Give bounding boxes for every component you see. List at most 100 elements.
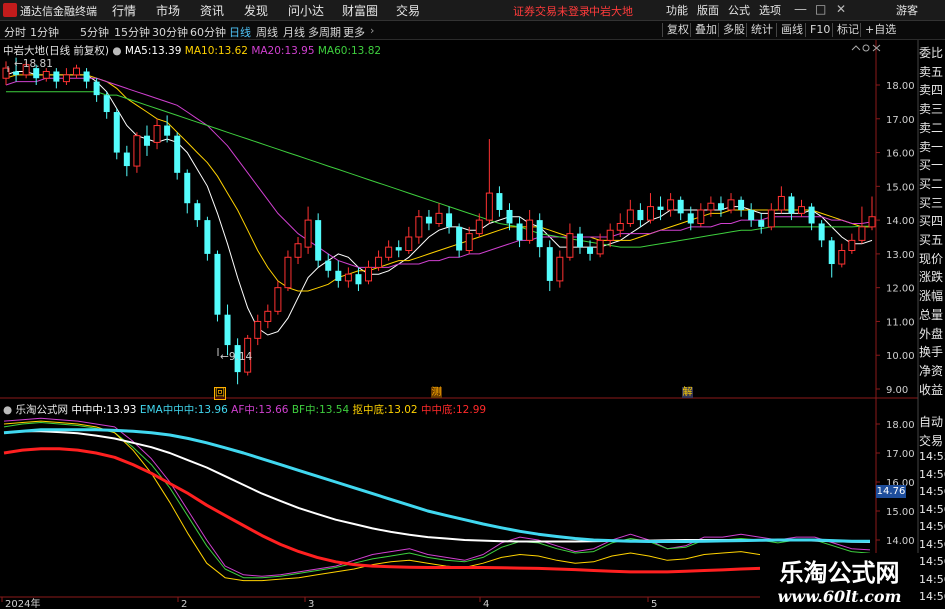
side-field-label: 买五 (919, 233, 944, 247)
side-time-value: 14:56 (919, 537, 945, 551)
candle (667, 193, 675, 217)
candle (748, 203, 755, 227)
indicator-value: 13.93 (106, 404, 137, 416)
ma-line-ma20 (5, 77, 873, 268)
candle (798, 199, 806, 217)
sub-line (3, 422, 871, 579)
high-price-mark: ←18.81 (14, 58, 53, 70)
candle (566, 223, 574, 261)
sub-line (3, 428, 870, 543)
indicator-label: 抠中底: (352, 404, 388, 416)
candle (818, 220, 825, 248)
candle (224, 304, 231, 356)
candle (576, 226, 583, 254)
x-axis-date: 3 (308, 599, 314, 609)
side-field-label: 净资 (919, 363, 944, 378)
y-axis-tick: 10.00 (886, 351, 915, 362)
candle (93, 78, 100, 102)
side-field-label: 外盘 (919, 326, 944, 341)
x-axis-date: 2 (181, 599, 187, 609)
sub-line (3, 417, 871, 577)
candle (375, 250, 383, 271)
candle (194, 199, 201, 227)
candle (435, 203, 443, 227)
candle (264, 304, 272, 329)
low-price-mark: ←9.14 (220, 351, 253, 363)
gear-icon[interactable]: ● (3, 404, 12, 416)
candle (184, 169, 191, 214)
x-axis-date: 2024年 (5, 597, 40, 609)
side-time-value: 14:56 (919, 520, 945, 533)
candle (83, 68, 90, 89)
candle (405, 226, 413, 254)
ma60-value: 13.82 (351, 45, 382, 57)
candle (465, 226, 473, 254)
candle (858, 206, 866, 244)
ma10-value: 13.62 (217, 45, 248, 57)
indicator-label: 中中中: (71, 404, 107, 416)
sub-line (3, 420, 871, 582)
sub-legend: ● 乐淘公式网 中中中:13.93 EMA中中中:13.96 AF中:13.66… (3, 402, 486, 417)
kline-chart[interactable]: 18.00 17.00 16.00 15.00 14.00 13.00 12.00 11.00… (0, 0, 945, 609)
y-axis-tick: 17.00 (886, 115, 915, 126)
side-time-value: 14:56 (919, 467, 945, 481)
candle (214, 250, 221, 322)
candle (2, 61, 10, 85)
x-axis-date: 4 (483, 599, 489, 609)
side-trade-label[interactable]: 自动 (919, 413, 945, 430)
candle (446, 206, 453, 234)
candle (274, 280, 282, 315)
gear-icon[interactable]: ● (112, 45, 121, 57)
ma60-label: MA60: (317, 45, 351, 57)
signal-tag[interactable]: 回 (214, 387, 226, 400)
candle (395, 240, 402, 258)
side-field-label: 买一 (919, 158, 944, 173)
candle (164, 115, 171, 143)
indicator-label: 中中底: (420, 404, 456, 416)
settings-icon[interactable] (862, 44, 870, 52)
side-field-label: 卖二 (919, 120, 944, 135)
side-time-value: 14:56 (919, 485, 945, 498)
candle (758, 213, 765, 234)
candle (325, 253, 332, 278)
candle (848, 233, 856, 254)
side-field-label: 买三 (919, 195, 944, 210)
candle (526, 209, 534, 244)
side-field-label: 卖三 (919, 102, 944, 117)
side-time-value: 14:56 (919, 502, 945, 516)
main-legend: 中岩大地(日线 前复权) ● MA5:13.39 MA10:13.62 MA20… (3, 43, 381, 58)
side-field-label: 收益 (919, 382, 944, 397)
candle (788, 193, 795, 221)
y-axis-tick: 16.00 (886, 149, 915, 160)
candle (546, 240, 553, 292)
signal-tag[interactable]: 解 (682, 387, 693, 398)
signal-tag[interactable]: 测 (431, 387, 442, 398)
candle (53, 68, 60, 89)
side-field-label: 现价 (919, 251, 944, 266)
x-axis-date: 5 (651, 599, 657, 609)
candle (516, 216, 523, 248)
candle (294, 237, 302, 265)
candle (385, 240, 393, 261)
candle (677, 196, 684, 221)
candle (697, 203, 705, 227)
side-field-label: 卖四 (919, 83, 944, 98)
side-field-label: 卖五 (919, 64, 944, 79)
candle (828, 237, 835, 278)
candle (808, 203, 815, 231)
side-trade-label[interactable]: 交易 (919, 432, 945, 449)
side-field-label: 买二 (919, 176, 944, 191)
sub-chart-title: 乐淘公式网 (15, 404, 69, 416)
collapse-icon[interactable] (851, 45, 861, 51)
indicator-value: 13.96 (197, 404, 228, 416)
ma20-label: MA20: (251, 45, 285, 57)
candle (42, 68, 50, 82)
candle (626, 199, 634, 227)
sub-line (3, 447, 870, 574)
side-field-label: 买四 (919, 214, 944, 229)
candle (485, 139, 493, 224)
candle (335, 260, 342, 288)
side-time-value: 14:56 (919, 555, 945, 568)
candle (637, 203, 644, 227)
candle (344, 267, 352, 288)
